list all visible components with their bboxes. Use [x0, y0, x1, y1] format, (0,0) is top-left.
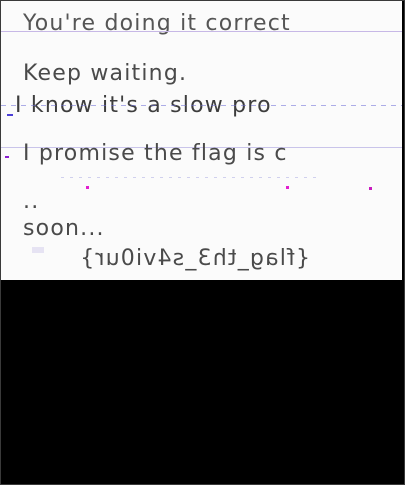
glitch-line-2: [1, 105, 402, 106]
message-line-6: soon...: [23, 216, 105, 241]
flag-line: {flag_th3_s4vi0ur}: [79, 246, 311, 271]
message-line-2: Keep waiting.: [23, 61, 188, 86]
message-line-1: You're doing it correct: [23, 11, 291, 36]
message-panel: You're doing it correct Keep waiting. I …: [1, 1, 402, 280]
glitch-artifact: [369, 187, 372, 190]
glitch-line-1: [1, 31, 402, 32]
glitch-artifact: [32, 247, 44, 253]
black-region: [1, 280, 402, 483]
glitch-line-4: [61, 177, 321, 178]
glitch-artifact: [86, 186, 89, 189]
glitch-artifact: [7, 114, 13, 116]
message-line-4: I promise the flag is c: [23, 141, 288, 166]
message-line-5: ..: [23, 189, 40, 214]
glitch-artifact: [286, 186, 289, 189]
glitch-artifact: [5, 156, 9, 158]
